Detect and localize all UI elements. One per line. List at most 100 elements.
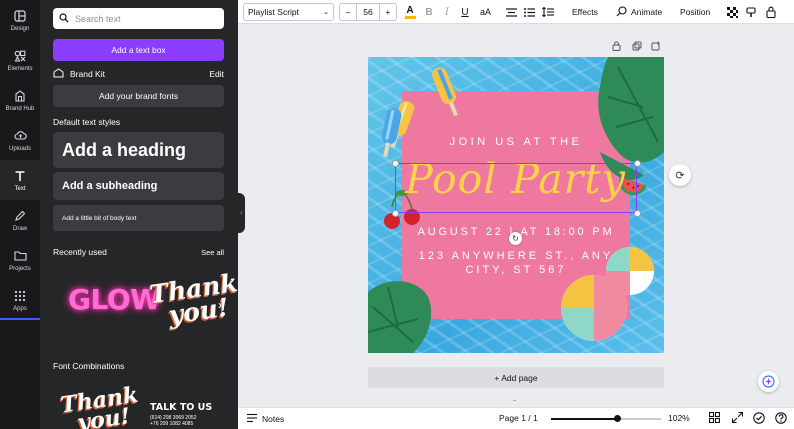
add-subheading-button[interactable]: Add a subheading	[53, 172, 224, 200]
layout-icon	[13, 9, 27, 23]
line-spacing-icon[interactable]	[541, 4, 554, 20]
lock-icon[interactable]	[765, 4, 777, 20]
rail-item-brand-hub[interactable]: Brand Hub	[0, 80, 40, 120]
combo-talk-line2: +76 209 1082 4085	[150, 421, 194, 427]
add-page-button[interactable]: + Add page	[368, 367, 664, 388]
zoom-slider-fill	[551, 418, 617, 420]
search-input[interactable]	[75, 13, 215, 24]
brand-kit-edit-link[interactable]: Edit	[209, 69, 224, 79]
cloud-upload-icon	[13, 129, 27, 143]
recent-thank-you-template[interactable]: Thank you!	[148, 268, 238, 329]
bold-icon[interactable]: B	[423, 4, 435, 20]
rail-label: Draw	[12, 225, 27, 232]
recently-used-heading: Recently used	[53, 247, 107, 257]
rail-label: Elements	[7, 65, 33, 72]
notes-icon	[247, 413, 257, 425]
help-icon[interactable]	[775, 412, 787, 427]
rail-label: Design	[10, 25, 30, 32]
zoom-slider-knob[interactable]	[613, 415, 621, 422]
search-box[interactable]	[53, 8, 224, 29]
align-center-icon[interactable]	[505, 4, 518, 20]
add-page-icon[interactable]	[651, 41, 661, 53]
zoom-level[interactable]: 102%	[668, 413, 690, 423]
effects-button[interactable]: Effects	[572, 4, 598, 20]
chevron-right-icon[interactable]: ›	[218, 298, 222, 312]
text-panel: Add a text box Brand Kit Edit Add your b…	[40, 0, 238, 429]
animate-button[interactable]: Animate	[616, 4, 662, 20]
rail-item-text[interactable]: Text	[0, 160, 40, 200]
rail-item-elements[interactable]: Elements	[0, 40, 40, 80]
shapes-icon	[13, 49, 27, 63]
copy-style-icon[interactable]	[745, 4, 757, 20]
add-text-box-button[interactable]: Add a text box	[53, 39, 224, 61]
font-combinations-heading: Font Combinations	[53, 361, 125, 371]
brand-hub-icon	[13, 89, 27, 103]
combo-talk-details: (614) 298 3069 2052 +76 209 1082 4085	[150, 415, 196, 427]
refresh-icon[interactable]: ⟳	[669, 164, 691, 186]
font-size-increase-button[interactable]: +	[380, 7, 396, 17]
duplicate-page-icon[interactable]	[632, 41, 642, 53]
beach-ball-illustration	[561, 275, 627, 341]
check-circle-icon[interactable]	[753, 412, 765, 427]
popsicle-illustration	[432, 67, 458, 117]
chevron-up-icon[interactable]: ⌃	[512, 399, 520, 407]
resize-handle[interactable]	[392, 160, 399, 167]
lock-page-icon[interactable]	[612, 41, 621, 53]
font-family-value: Playlist Script	[248, 7, 300, 17]
zoom-slider[interactable]	[551, 415, 661, 422]
combo-thank-you-template[interactable]: Thank you!	[59, 382, 143, 429]
folder-icon	[13, 249, 27, 263]
font-size-stepper[interactable]: – 56 +	[339, 3, 397, 21]
notes-button[interactable]: Notes	[247, 413, 284, 425]
grid-icon	[13, 289, 27, 303]
font-size-input[interactable]: 56	[356, 4, 380, 20]
add-heading-button[interactable]: Add a heading	[53, 132, 224, 168]
italic-icon[interactable]: I	[441, 4, 453, 20]
collapse-panel-handle[interactable]: ‹	[238, 193, 245, 233]
rail-label: Brand Hub	[5, 105, 35, 112]
text-color-a-icon: A	[406, 4, 414, 16]
transparency-icon[interactable]	[726, 4, 738, 20]
grid-view-icon[interactable]	[708, 411, 721, 426]
notes-label: Notes	[262, 414, 285, 424]
recent-glow-template[interactable]: GLOW	[68, 283, 161, 316]
rail-item-design[interactable]: Design	[0, 0, 40, 40]
rail-active-underline	[0, 318, 40, 320]
page-indicator[interactable]: Page 1 / 1	[499, 413, 538, 423]
letter-case-icon[interactable]: aA	[478, 4, 493, 20]
animate-icon	[616, 5, 627, 19]
add-body-text-button[interactable]: Add a little bit of body text	[53, 205, 224, 231]
resize-handle[interactable]	[634, 210, 641, 217]
editor-toolbar: Playlist Script ⌄ – 56 + A B I U aA Effe…	[238, 0, 794, 24]
rail-item-projects[interactable]: Projects	[0, 240, 40, 280]
rail-item-draw[interactable]: Draw	[0, 200, 40, 240]
bottom-bar: Notes Page 1 / 1 102%	[238, 407, 794, 429]
selection-box	[395, 163, 637, 213]
resize-handle[interactable]	[392, 210, 399, 217]
magic-assistant-icon[interactable]	[758, 371, 779, 392]
list-icon[interactable]	[523, 4, 536, 20]
brand-kit-label: Brand Kit	[70, 69, 105, 79]
address-text[interactable]: 123 ANYWHERE ST., ANY CITY, ST 567	[418, 249, 614, 277]
font-family-select[interactable]: Playlist Script ⌄	[243, 3, 334, 21]
text-color-button[interactable]: A	[403, 4, 417, 20]
left-rail: Design Elements Brand Hub Uploads Text D…	[0, 0, 40, 429]
fullscreen-icon[interactable]	[731, 411, 744, 426]
combo-talk-to-us-template[interactable]: TALK TO US	[150, 402, 212, 413]
add-brand-fonts-button[interactable]: Add your brand fonts	[53, 85, 224, 107]
text-t-icon	[13, 169, 27, 183]
position-button[interactable]: Position	[680, 4, 710, 20]
see-all-link[interactable]: See all	[201, 248, 224, 257]
brand-kit-row: Brand Kit Edit	[53, 67, 224, 81]
underline-icon[interactable]: U	[459, 4, 471, 20]
brand-kit-icon	[53, 68, 64, 80]
design-page[interactable]: JOIN US AT THE Pool Party AUGUST 22 | AT…	[368, 57, 664, 353]
rail-item-uploads[interactable]: Uploads	[0, 120, 40, 160]
join-us-text[interactable]: JOIN US AT THE	[368, 136, 664, 148]
font-size-decrease-button[interactable]: –	[340, 7, 356, 17]
rail-label: Projects	[9, 265, 31, 272]
rotate-handle-icon[interactable]: ↻	[509, 232, 522, 245]
rail-item-apps[interactable]: Apps	[0, 280, 40, 320]
resize-handle[interactable]	[634, 160, 641, 167]
rail-label: Apps	[13, 305, 27, 312]
